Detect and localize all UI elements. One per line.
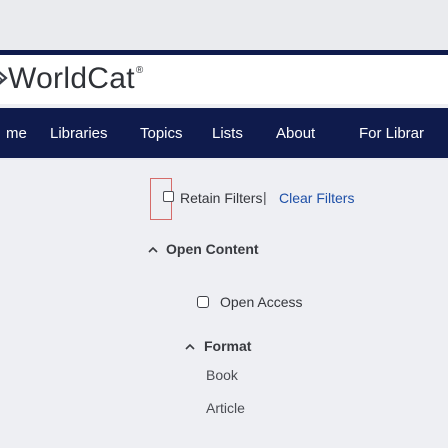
- filters-separator: |: [263, 189, 267, 205]
- format-option-article[interactable]: Article: [206, 400, 245, 416]
- worldcat-logo-text[interactable]: WorldCat®: [8, 62, 144, 96]
- registered-mark: ®: [135, 65, 144, 76]
- browser-top-bar: [0, 0, 448, 50]
- nav-item-about[interactable]: About: [276, 125, 315, 142]
- nav-item-lists[interactable]: Lists: [212, 125, 243, 142]
- retain-filters-checkbox[interactable]: [163, 191, 174, 202]
- nav-item-home[interactable]: me: [6, 125, 27, 142]
- nav-item-libraries[interactable]: Libraries: [50, 125, 108, 142]
- open-content-header[interactable]: Open Content: [166, 241, 259, 257]
- nav-item-topics[interactable]: Topics: [140, 125, 183, 142]
- open-access-label[interactable]: Open Access: [220, 294, 303, 310]
- nav-item-for-libraries[interactable]: For Librar: [359, 125, 424, 142]
- chevron-up-icon[interactable]: [185, 343, 195, 350]
- retain-filters-label[interactable]: Retain Filters: [180, 190, 262, 206]
- nav-bottom-border: [0, 158, 448, 160]
- open-access-checkbox[interactable]: [197, 296, 209, 308]
- clear-filters-link[interactable]: Clear Filters: [279, 190, 354, 206]
- brand-name: WorldCat: [8, 62, 135, 95]
- format-header[interactable]: Format: [204, 338, 251, 354]
- chevron-up-icon[interactable]: [148, 246, 158, 253]
- format-option-book[interactable]: Book: [206, 367, 238, 383]
